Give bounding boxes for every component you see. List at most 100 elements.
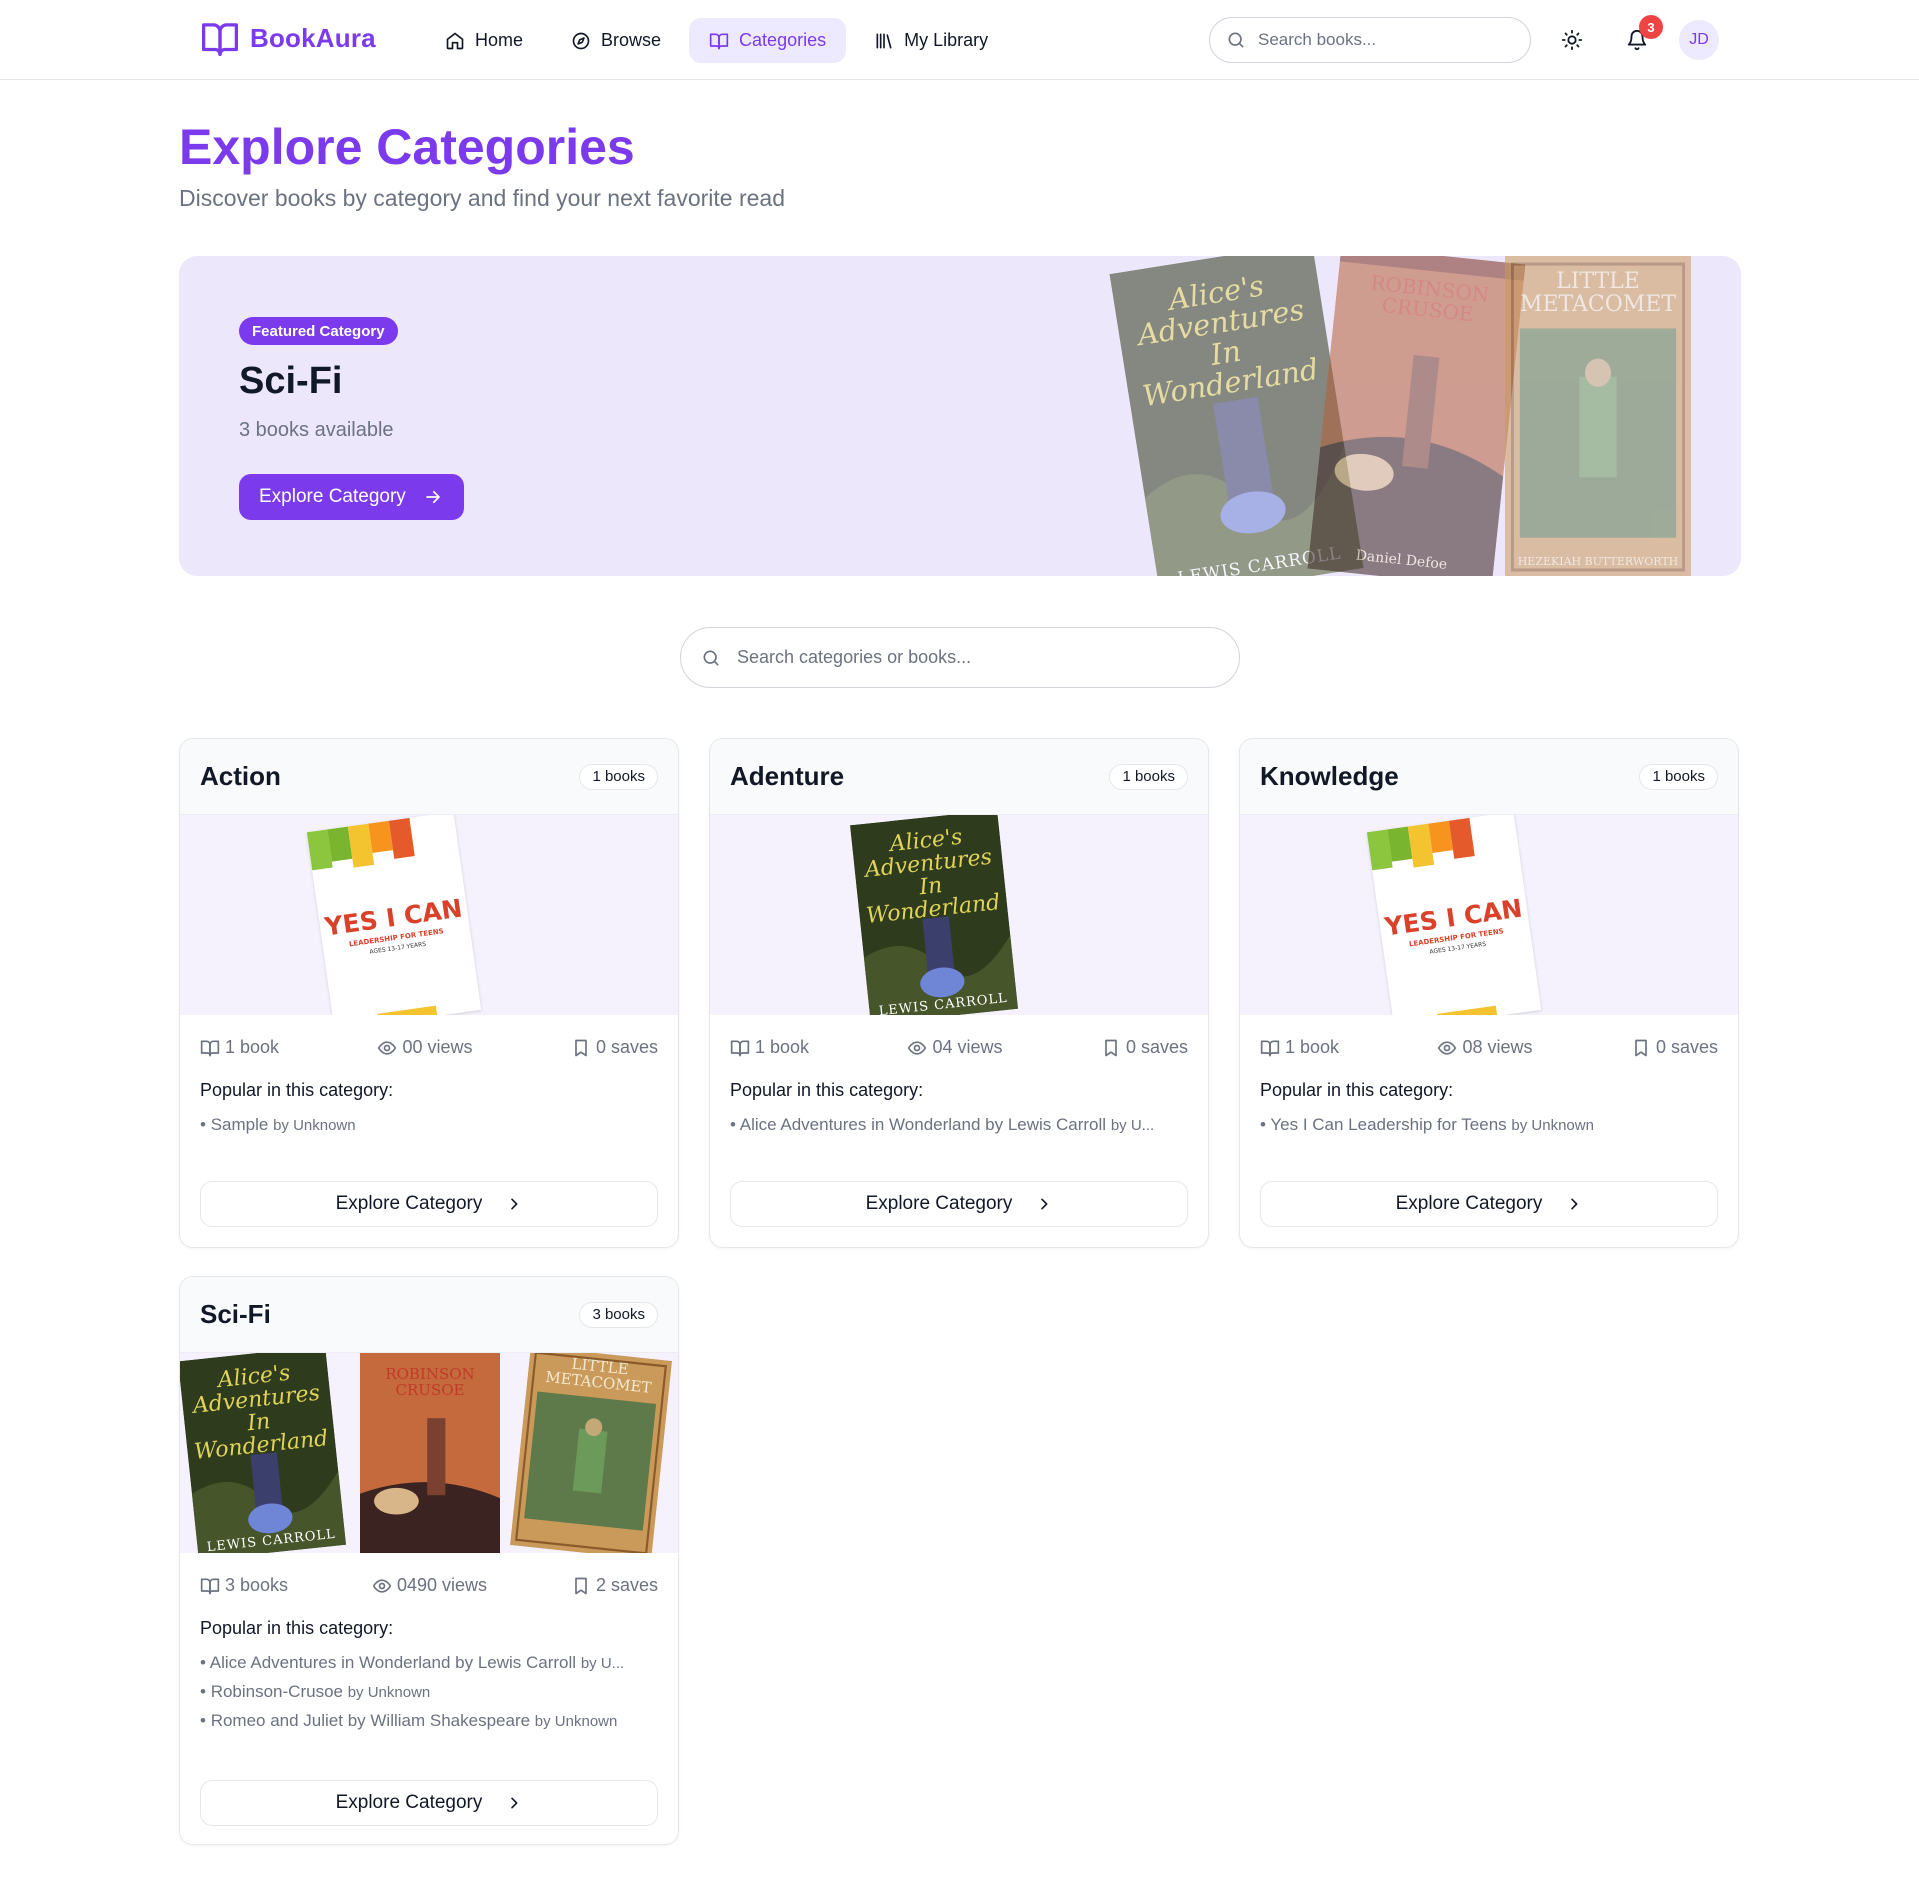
card-cover-area: YES I CAN LEADERSHIP FOR TEENS AGES 13-1… [1240, 815, 1738, 1015]
chevron-right-icon [1041, 1198, 1048, 1210]
card-cover-area: YES I CAN LEADERSHIP FOR TEENS AGES 13-1… [180, 815, 678, 1015]
card-count-badge: 3 books [579, 1301, 658, 1328]
card-title: Action [200, 761, 281, 791]
card-header: Knowledge 1 books [1240, 739, 1738, 815]
category-card-knowledge: Knowledge 1 books YES I CAN LEADERSHIP F… [1239, 738, 1739, 1248]
nav-browse-label: Browse [601, 30, 662, 50]
book-cover-robinson[interactable]: ROBINSON CRUSOE Daniel Defoe [1307, 256, 1526, 576]
eye-icon [372, 1578, 392, 1593]
list-item[interactable]: • Alice Adventures in Wonderland by Lewi… [730, 1115, 1188, 1135]
popular-label: Popular in this category: [730, 1080, 924, 1100]
featured-badge: Featured Category [239, 317, 398, 345]
book-cover-metacomet[interactable]: LITTLE METACOMET HEZEKIAH BUTTERWORTH [1505, 256, 1691, 576]
popular-title: Yes I Can Leadership for Teens [1270, 1115, 1507, 1134]
explore-category-button[interactable]: Explore Category [1260, 1181, 1718, 1227]
stat-views-value: 0490 views [396, 1575, 488, 1595]
notification-count-badge: 3 [1639, 15, 1663, 39]
cover-title: ROBINSON CRUSOE [385, 1365, 475, 1399]
popular-label: Popular in this category: [200, 1618, 394, 1638]
bookmark-icon [575, 1039, 587, 1056]
explore-category-button[interactable]: Explore Category [730, 1181, 1188, 1227]
book-cover-metacomet[interactable]: LITTLE METACOMET [509, 1353, 673, 1553]
nav-categories-label: Categories [739, 30, 827, 50]
stat-saves: 2 saves [571, 1575, 658, 1596]
card-header: Sci-Fi 3 books [180, 1277, 678, 1353]
category-card-action: Action 1 books YES I CAN LEADERSHIP FOR … [179, 738, 679, 1248]
nav-categories[interactable]: Categories [689, 18, 847, 63]
stat-books-value: 1 book [755, 1037, 810, 1057]
featured-explore-button[interactable]: Explore Category [239, 474, 464, 520]
stat-saves-value: 0 saves [1125, 1037, 1188, 1057]
book-cover-robinson[interactable]: ROBINSON CRUSOE [360, 1353, 500, 1553]
book-open-icon [730, 1040, 750, 1056]
stat-views: 04 views [907, 1037, 1003, 1058]
card-title: Knowledge [1260, 761, 1399, 791]
nav-home[interactable]: Home [425, 18, 543, 63]
list-item[interactable]: • Sample by Unknown [200, 1115, 658, 1135]
card-title: Sci-Fi [200, 1299, 271, 1329]
list-item[interactable]: • Yes I Can Leadership for Teens by Unkn… [1260, 1115, 1718, 1135]
stat-saves-value: 0 saves [1655, 1037, 1718, 1057]
popular-title: Alice Adventures in Wonderland by Lewis … [209, 1653, 577, 1672]
book-cover-yes-i-can[interactable]: YES I CAN LEADERSHIP FOR TEENS AGES 13-1… [306, 815, 482, 1015]
stat-saves: 0 saves [1631, 1037, 1718, 1058]
stat-views-value: 08 views [1462, 1037, 1533, 1057]
stat-views: 08 views [1437, 1037, 1533, 1058]
stat-books: 1 book [730, 1037, 809, 1058]
top-header: BookAura Home Browse Categories My Libra… [0, 0, 1919, 80]
cover-author: HEZEKIAH BUTTERWORTH [1517, 555, 1679, 568]
popular-list: • Alice Adventures in Wonderland by Lewi… [180, 1653, 678, 1731]
stat-books: 3 books [200, 1575, 288, 1596]
eye-icon [908, 1040, 927, 1055]
card-header: Action 1 books [180, 739, 678, 815]
book-cover-yes-i-can[interactable]: YES I CAN LEADERSHIP FOR TEENS AGES 13-1… [1366, 815, 1542, 1015]
category-card-adenture: Adenture 1 books Alice's Adventures In W… [709, 738, 1209, 1248]
explore-category-label: Explore Category [865, 1193, 1013, 1214]
page-subtitle: Discover books by category and find your… [179, 185, 785, 211]
nav-my-library[interactable]: My Library [854, 18, 1008, 63]
cover-title: Alice's Adventures In Wonderland [191, 1360, 330, 1466]
user-avatar[interactable]: JD [1679, 20, 1719, 60]
popular-author: by Unknown [534, 1713, 618, 1730]
library-icon [876, 33, 892, 49]
popular-list: • Sample by Unknown [180, 1115, 678, 1135]
explore-category-button[interactable]: Explore Category [200, 1181, 658, 1227]
nav-browse[interactable]: Browse [551, 18, 681, 63]
stat-views: 00 views [377, 1037, 473, 1058]
chevron-right-icon [1571, 1198, 1578, 1210]
list-item[interactable]: • Robinson-Crusoe by Unknown [200, 1682, 658, 1702]
card-stats: 1 book 04 views 0 saves [710, 1037, 1208, 1058]
card-cover-area: Alice's Adventures In Wonderland LEWIS C… [710, 815, 1208, 1015]
stat-saves-value: 2 saves [595, 1575, 658, 1595]
card-title: Adenture [730, 761, 845, 791]
list-item[interactable]: • Alice Adventures in Wonderland by Lewi… [200, 1653, 658, 1673]
popular-label: Popular in this category: [1260, 1080, 1454, 1100]
popular-title: Sample [210, 1115, 269, 1134]
explore-category-label: Explore Category [335, 1792, 483, 1813]
featured-title: Sci-Fi [239, 360, 343, 402]
book-cover-alice[interactable]: Alice's Adventures In Wonderland LEWIS C… [849, 815, 1019, 1015]
top-search-input[interactable] [1258, 30, 1514, 50]
stat-books-value: 1 book [1285, 1037, 1340, 1057]
explore-category-button[interactable]: Explore Category [200, 1780, 658, 1826]
notifications-button[interactable]: 3 [1617, 15, 1663, 60]
stat-books-value: 1 book [225, 1037, 280, 1057]
chevron-right-icon [511, 1198, 518, 1210]
search-icon [703, 650, 719, 665]
card-stats: 1 book 08 views 0 saves [1240, 1037, 1738, 1058]
list-item[interactable]: • Romeo and Juliet by William Shakespear… [200, 1711, 658, 1731]
book-open-icon [1260, 1040, 1280, 1056]
card-count-badge: 1 books [1109, 763, 1188, 790]
top-search-box [1209, 17, 1531, 63]
featured-category-banner: Featured Category Sci-Fi 3 books availab… [179, 256, 1741, 576]
book-cover-alice[interactable]: Alice's Adventures In Wonderland LEWIS C… [180, 1353, 347, 1553]
bookmark-icon [575, 1577, 587, 1594]
card-count-badge: 1 books [579, 763, 658, 790]
app-name: BookAura [250, 22, 376, 53]
app-logo[interactable]: BookAura [200, 20, 376, 56]
category-search-input[interactable] [737, 647, 1219, 668]
popular-author: by Unknown [273, 1117, 356, 1134]
theme-toggle-button[interactable] [1552, 20, 1592, 60]
card-header: Adenture 1 books [710, 739, 1208, 815]
category-card-sci-fi: Sci-Fi 3 books Alice's Adventures In Won… [179, 1276, 679, 1845]
